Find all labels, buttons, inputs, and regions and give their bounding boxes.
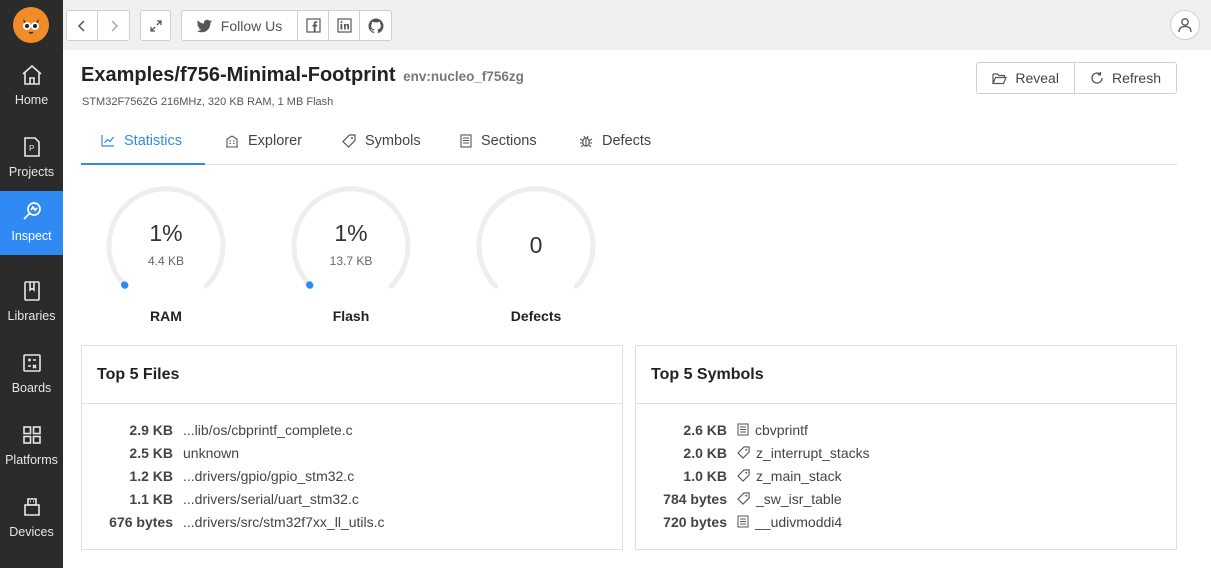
sidebar-item-label: Libraries <box>7 309 56 323</box>
facebook-icon <box>305 18 321 33</box>
folder-open-icon <box>992 72 1008 84</box>
sidebar-item-inspect[interactable]: Inspect <box>0 191 63 255</box>
top-files-panel: Top 5 Files 2.9 KB ...lib/os/cbprintf_com… <box>81 345 623 550</box>
sidebar-item-libraries[interactable]: Libraries <box>0 271 63 335</box>
env-name: env:nucleo_f756zg <box>403 69 524 84</box>
refresh-icon <box>1091 72 1103 84</box>
boards-icon <box>22 354 41 372</box>
github-icon <box>368 18 383 33</box>
refresh-button[interactable]: Refresh <box>1075 63 1176 93</box>
building-icon <box>226 134 238 148</box>
twitter-icon <box>196 19 212 32</box>
table-row[interactable]: 2.9 KB ...lib/os/cbprintf_complete.c <box>82 418 622 441</box>
gauge-flash: 1% 13.7 KB Flash <box>289 184 413 324</box>
tag-icon <box>737 492 750 505</box>
table-row[interactable]: 2.5 KB unknown <box>82 441 622 464</box>
header-actions: Reveal Refresh <box>976 62 1177 94</box>
panel-title: Top 5 Symbols <box>636 346 1176 404</box>
linkedin-icon <box>336 18 352 33</box>
back-button[interactable] <box>67 11 98 40</box>
user-icon <box>1178 18 1192 33</box>
sidebar-item-label: Devices <box>9 525 54 539</box>
sidebar-item-label: Projects <box>8 165 55 179</box>
gauge-label: RAM <box>150 308 182 324</box>
platformio-logo[interactable] <box>13 7 49 43</box>
projects-icon: P <box>23 137 40 157</box>
tag-icon <box>342 134 356 148</box>
fullscreen-group <box>140 10 171 41</box>
gauge-sub: 4.4 KB <box>147 254 185 268</box>
linkedin-button[interactable] <box>329 11 360 40</box>
sidebar: Home P Projects Inspect Libraries Boards… <box>0 0 63 568</box>
chart-line-icon <box>101 135 114 147</box>
follow-us-button[interactable]: Follow Us <box>182 11 298 40</box>
table-row[interactable]: 2.6 KB cbvprintf <box>636 418 1176 441</box>
top-toolbar: Follow Us <box>63 0 1211 50</box>
tab-explorer[interactable]: Explorer <box>205 118 322 164</box>
expand-icon <box>149 19 162 32</box>
project-name: Examples/f756-Minimal-Footprint <box>81 64 396 86</box>
gauge-ram: 1% 4.4 KB RAM <box>104 184 228 324</box>
tab-defects[interactable]: Defects <box>559 118 671 164</box>
table-row[interactable]: 676 bytes ...drivers/src/stm32f7xx_ll_uti… <box>82 510 622 533</box>
gauge-sub: 13.7 KB <box>329 254 373 268</box>
sidebar-item-label: Boards <box>11 381 52 395</box>
table-row[interactable]: 784 bytes _sw_isr_table <box>636 487 1176 510</box>
libraries-icon <box>23 281 40 301</box>
sidebar-item-platforms[interactable]: Platforms <box>0 415 63 479</box>
gauge-value: 0 <box>529 232 543 258</box>
device-info: STM32F756ZG 216MHz, 320 KB RAM, 1 MB Fla… <box>82 96 334 108</box>
gauge-label: Flash <box>332 308 370 324</box>
account-button[interactable] <box>1170 10 1200 40</box>
panel-title: Top 5 Files <box>82 346 622 404</box>
inspect-icon <box>22 202 41 220</box>
gauge-value: 1% <box>149 220 183 246</box>
social-links: Follow Us <box>181 10 392 41</box>
sidebar-item-home[interactable]: Home <box>0 55 63 119</box>
function-icon <box>737 423 749 436</box>
sidebar-item-label: Platforms <box>5 453 58 467</box>
sidebar-item-label: Inspect <box>11 229 52 243</box>
home-icon <box>21 64 42 85</box>
gauge-value: 1% <box>334 220 368 246</box>
gauge-defects: 0 Defects <box>474 184 598 324</box>
facebook-button[interactable] <box>298 11 329 40</box>
table-row[interactable]: 720 bytes __udivmoddi4 <box>636 510 1176 533</box>
page-title: Examples/f756-Minimal-Footprint env:nucl… <box>81 64 524 87</box>
bug-icon <box>579 135 593 148</box>
platforms-icon <box>22 426 41 444</box>
tag-icon <box>737 446 750 459</box>
table-row[interactable]: 1.0 KB z_main_stack <box>636 464 1176 487</box>
github-button[interactable] <box>360 11 391 40</box>
table-row[interactable]: 2.0 KB z_interrupt_stacks <box>636 441 1176 464</box>
refresh-label: Refresh <box>1111 70 1161 86</box>
reveal-label: Reveal <box>1015 70 1059 86</box>
table-row[interactable]: 1.2 KB ...drivers/gpio/gpio_stm32.c <box>82 464 622 487</box>
gauge-label: Defects <box>510 308 562 324</box>
inspect-tabs: Statistics Explorer Symbols Sections Def… <box>81 118 1177 165</box>
sidebar-item-projects[interactable]: P Projects <box>0 127 63 191</box>
chevron-right-icon <box>110 19 118 32</box>
sidebar-item-boards[interactable]: Boards <box>0 343 63 407</box>
top-symbols-panel: Top 5 Symbols 2.6 KB cbvprintf 2.0 KB z_in… <box>635 345 1177 550</box>
follow-us-label: Follow Us <box>220 17 283 34</box>
devices-icon <box>23 498 40 516</box>
tab-sections[interactable]: Sections <box>440 118 557 164</box>
chevron-left-icon <box>77 19 85 32</box>
svg-text:P: P <box>29 144 34 153</box>
list-box-icon <box>460 134 472 148</box>
tag-icon <box>737 469 750 482</box>
function-icon <box>737 515 749 528</box>
history-nav <box>66 10 130 41</box>
sidebar-item-label: Home <box>14 93 49 107</box>
tab-symbols[interactable]: Symbols <box>322 118 441 164</box>
forward-button[interactable] <box>98 11 129 40</box>
reveal-button[interactable]: Reveal <box>977 63 1075 93</box>
fullscreen-button[interactable] <box>141 11 170 40</box>
table-row[interactable]: 1.1 KB ...drivers/serial/uart_stm32.c <box>82 487 622 510</box>
sidebar-item-devices[interactable]: Devices <box>0 487 63 551</box>
tab-statistics[interactable]: Statistics <box>81 118 205 165</box>
